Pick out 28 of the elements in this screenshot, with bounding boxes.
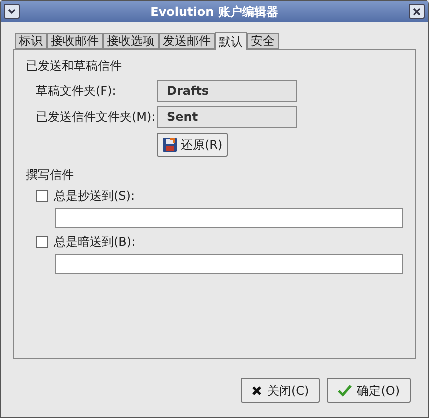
address-field[interactable] — [55, 208, 403, 228]
window-menu-button[interactable] — [4, 4, 20, 19]
chevron-down-icon — [8, 8, 16, 14]
checkbox[interactable] — [36, 190, 48, 202]
section-title: 撰写信件 — [26, 167, 75, 183]
revert-button[interactable]: 还原(R) — [157, 133, 228, 157]
folder-button[interactable]: Sent — [157, 106, 297, 128]
folder-button[interactable]: Drafts — [157, 80, 297, 102]
address-field[interactable] — [55, 254, 403, 274]
tab[interactable]: 安全 — [247, 33, 279, 49]
checkbox[interactable] — [36, 236, 48, 248]
tab[interactable]: 标识 — [15, 33, 47, 49]
tab[interactable]: 接收选项 — [103, 33, 159, 49]
tab[interactable]: 发送邮件 — [159, 33, 215, 49]
section-title: 已发送和草稿信件 — [26, 58, 123, 74]
close-icon — [252, 386, 262, 396]
tab[interactable]: 默认 — [215, 32, 247, 50]
close-button[interactable] — [409, 4, 425, 19]
ok-button[interactable]: 确定(O) — [327, 378, 411, 403]
close-button[interactable]: 关闭(C) — [241, 378, 320, 403]
field-label: 已发送信件文件夹(M): — [36, 109, 157, 126]
window-title: Evolution 账户编辑器 — [150, 4, 280, 20]
field-label: 草稿文件夹(F): — [36, 83, 118, 100]
checkbox-label: 总是抄送到(S): — [54, 188, 136, 205]
checkbox-label: 总是暗送到(B): — [54, 234, 136, 251]
tab[interactable]: 接收邮件 — [47, 33, 103, 49]
close-icon — [413, 8, 421, 16]
checkmark-icon — [338, 384, 352, 396]
